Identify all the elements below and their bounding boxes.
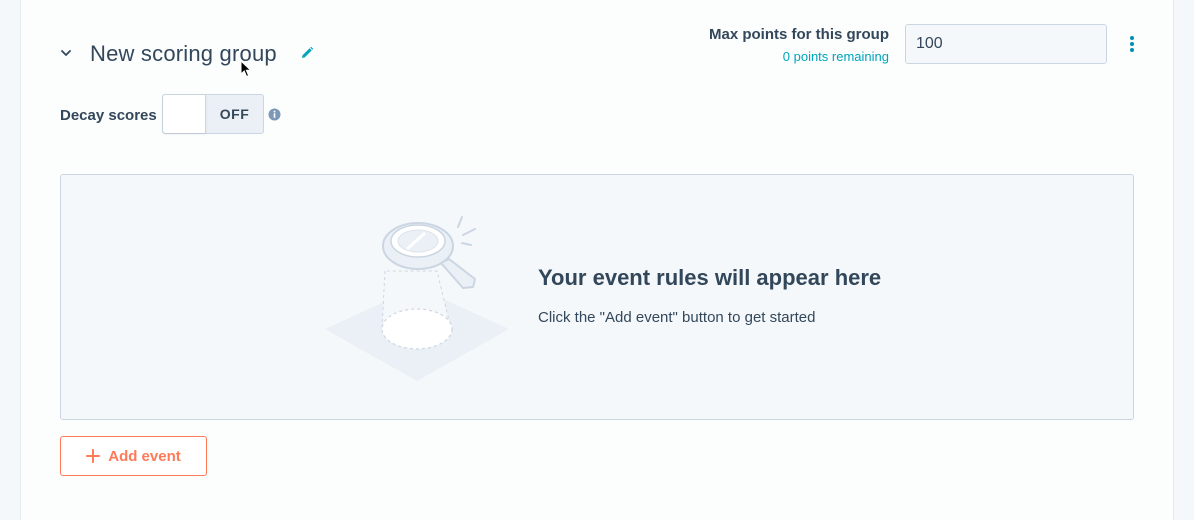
add-event-label: Add event <box>108 447 181 465</box>
max-points-input[interactable] <box>905 24 1107 64</box>
points-remaining: 0 points remaining <box>782 49 889 64</box>
max-points-label: Max points for this group <box>709 26 889 43</box>
chevron-down-icon[interactable] <box>59 46 73 60</box>
magnifying-glass-icon <box>325 216 509 381</box>
more-vertical-icon[interactable] <box>1125 34 1139 54</box>
empty-state-title: Your event rules will appear here <box>538 265 882 290</box>
decay-scores-toggle[interactable]: OFF <box>162 94 264 134</box>
pencil-icon[interactable] <box>299 45 315 61</box>
info-icon[interactable] <box>268 108 281 121</box>
add-event-button[interactable]: Add event <box>60 436 207 476</box>
plus-icon <box>86 449 101 463</box>
event-rules-empty-state: Your event rules will appear here Click … <box>60 174 1134 420</box>
decay-scores-label: Decay scores <box>60 107 157 124</box>
toggle-knob <box>163 95 206 133</box>
empty-state-subtitle: Click the "Add event" button to get star… <box>538 309 816 326</box>
toggle-state-text: OFF <box>219 106 250 122</box>
mouse-cursor-icon <box>240 60 252 78</box>
